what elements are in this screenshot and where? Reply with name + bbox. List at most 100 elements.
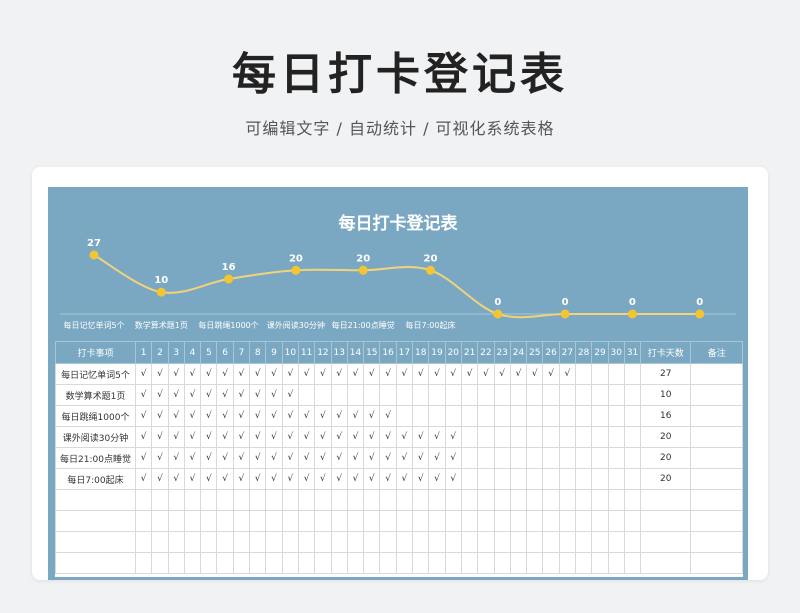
- day-cell[interactable]: √: [346, 363, 365, 385]
- day-cell[interactable]: [460, 468, 479, 490]
- day-cell[interactable]: [477, 510, 495, 532]
- day-cell[interactable]: [526, 510, 544, 532]
- day-cell[interactable]: [134, 552, 153, 574]
- day-cell[interactable]: [151, 531, 169, 553]
- day-cell[interactable]: [493, 426, 511, 448]
- day-cell[interactable]: [314, 384, 332, 406]
- day-cell[interactable]: [444, 510, 462, 532]
- day-cell[interactable]: [542, 489, 560, 511]
- day-cell[interactable]: √: [232, 405, 251, 427]
- day-cell[interactable]: [542, 468, 560, 490]
- day-cell[interactable]: [395, 489, 414, 511]
- day-cell[interactable]: [151, 510, 169, 532]
- day-cell[interactable]: √: [134, 405, 153, 427]
- day-cell[interactable]: [314, 552, 332, 574]
- day-cell[interactable]: [623, 447, 642, 469]
- day-cell[interactable]: [493, 405, 511, 427]
- day-cell[interactable]: [558, 405, 577, 427]
- day-cell[interactable]: [542, 447, 560, 469]
- day-cell[interactable]: [167, 531, 185, 553]
- day-cell[interactable]: [575, 468, 593, 490]
- day-cell[interactable]: √: [216, 363, 234, 385]
- day-cell[interactable]: √: [412, 468, 430, 490]
- day-cell[interactable]: [183, 552, 202, 574]
- day-cell[interactable]: [412, 384, 430, 406]
- day-cell[interactable]: √: [134, 384, 153, 406]
- day-cell[interactable]: [216, 489, 234, 511]
- day-cell[interactable]: √: [249, 468, 267, 490]
- day-cell[interactable]: √: [330, 447, 348, 469]
- day-cell[interactable]: [134, 531, 153, 553]
- day-cell[interactable]: [314, 489, 332, 511]
- day-cell[interactable]: √: [200, 447, 218, 469]
- day-cell[interactable]: [232, 552, 251, 574]
- day-cell[interactable]: [477, 447, 495, 469]
- day-cell[interactable]: √: [428, 426, 446, 448]
- day-cell[interactable]: [379, 384, 397, 406]
- day-cell[interactable]: [607, 468, 625, 490]
- day-cell[interactable]: [330, 510, 348, 532]
- day-cell[interactable]: [363, 384, 381, 406]
- day-cell[interactable]: [460, 510, 479, 532]
- day-cell[interactable]: [558, 384, 577, 406]
- day-cell[interactable]: [183, 531, 202, 553]
- day-cell[interactable]: √: [183, 405, 202, 427]
- day-cell[interactable]: [281, 510, 299, 532]
- row-note-cell[interactable]: [690, 468, 744, 490]
- day-cell[interactable]: √: [151, 447, 169, 469]
- row-note-cell[interactable]: [690, 384, 744, 406]
- row-note-cell[interactable]: [690, 447, 744, 469]
- day-cell[interactable]: √: [151, 363, 169, 385]
- day-cell[interactable]: [265, 552, 283, 574]
- day-cell[interactable]: [607, 552, 625, 574]
- day-cell[interactable]: √: [297, 468, 316, 490]
- day-cell[interactable]: √: [151, 384, 169, 406]
- day-cell[interactable]: √: [297, 363, 316, 385]
- day-cell[interactable]: [216, 552, 234, 574]
- day-cell[interactable]: √: [200, 363, 218, 385]
- day-cell[interactable]: √: [330, 405, 348, 427]
- day-cell[interactable]: [575, 510, 593, 532]
- day-cell[interactable]: [134, 489, 153, 511]
- day-cell[interactable]: [183, 489, 202, 511]
- day-cell[interactable]: √: [428, 468, 446, 490]
- day-cell[interactable]: √: [183, 468, 202, 490]
- day-cell[interactable]: [395, 384, 414, 406]
- day-cell[interactable]: [477, 489, 495, 511]
- day-cell[interactable]: √: [297, 447, 316, 469]
- day-cell[interactable]: [558, 468, 577, 490]
- day-cell[interactable]: [281, 489, 299, 511]
- day-cell[interactable]: √: [412, 363, 430, 385]
- day-cell[interactable]: √: [363, 447, 381, 469]
- day-cell[interactable]: √: [314, 468, 332, 490]
- day-cell[interactable]: √: [167, 384, 185, 406]
- row-item-cell[interactable]: [55, 489, 136, 511]
- day-cell[interactable]: [493, 384, 511, 406]
- day-cell[interactable]: [395, 510, 414, 532]
- day-cell[interactable]: [575, 384, 593, 406]
- day-cell[interactable]: [526, 552, 544, 574]
- day-cell[interactable]: √: [330, 363, 348, 385]
- day-cell[interactable]: [297, 531, 316, 553]
- day-cell[interactable]: [200, 552, 218, 574]
- day-cell[interactable]: [623, 552, 642, 574]
- day-cell[interactable]: [623, 489, 642, 511]
- day-cell[interactable]: [509, 384, 528, 406]
- row-item-cell[interactable]: [55, 510, 136, 532]
- day-cell[interactable]: [607, 384, 625, 406]
- day-cell[interactable]: √: [216, 468, 234, 490]
- day-cell[interactable]: [395, 531, 414, 553]
- row-item-cell[interactable]: 每日跳绳1000个: [55, 405, 136, 427]
- day-cell[interactable]: [558, 552, 577, 574]
- day-cell[interactable]: [379, 489, 397, 511]
- day-cell[interactable]: [134, 510, 153, 532]
- day-cell[interactable]: √: [216, 426, 234, 448]
- day-cell[interactable]: √: [134, 468, 153, 490]
- day-cell[interactable]: √: [379, 405, 397, 427]
- day-cell[interactable]: [558, 489, 577, 511]
- day-cell[interactable]: [607, 426, 625, 448]
- day-cell[interactable]: [493, 468, 511, 490]
- day-cell[interactable]: [493, 489, 511, 511]
- day-cell[interactable]: √: [151, 405, 169, 427]
- day-cell[interactable]: [363, 552, 381, 574]
